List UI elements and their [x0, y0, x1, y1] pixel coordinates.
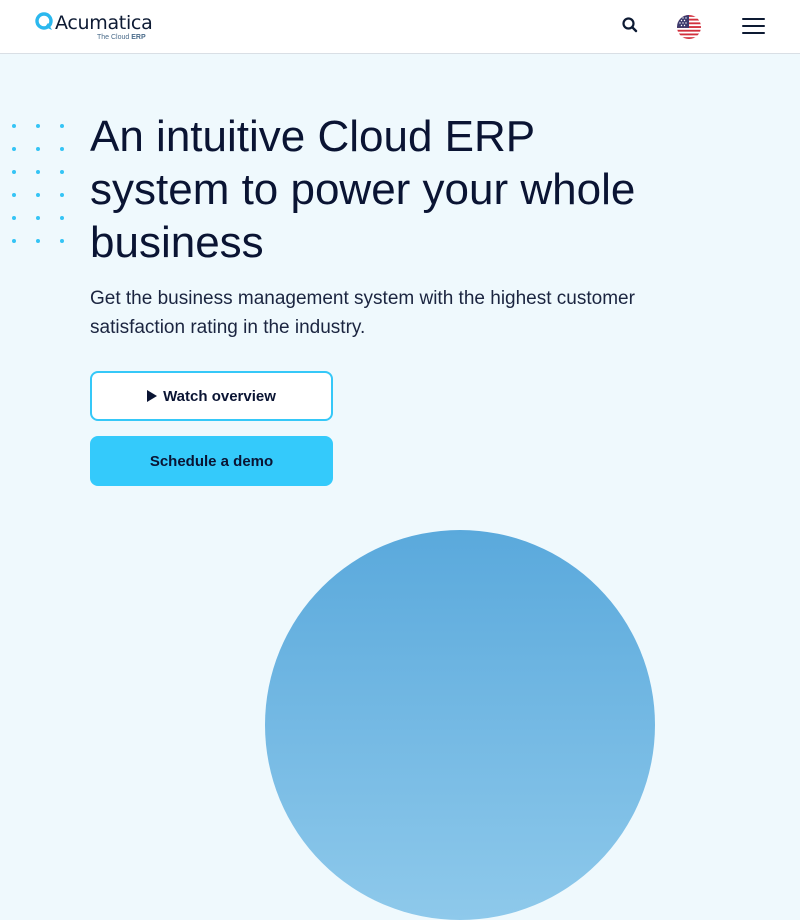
decorative-dot — [60, 170, 64, 174]
language-selector[interactable] — [677, 15, 701, 39]
decorative-dot — [36, 147, 40, 151]
hero-title: An intuitive Cloud ERP system to power y… — [90, 112, 636, 267]
decorative-dot — [36, 170, 40, 174]
schedule-demo-button[interactable]: Schedule a demo — [90, 436, 333, 486]
hero-subtitle: Get the business management system with … — [90, 288, 635, 338]
hamburger-menu-icon-bar — [742, 25, 765, 28]
decorative-dot — [60, 147, 64, 151]
decorative-dot — [60, 216, 64, 220]
watch-overview-label: Watch overview — [163, 387, 276, 405]
logo-tagline-prefix: The Cloud — [97, 34, 130, 41]
hamburger-menu-icon-bar — [742, 32, 765, 35]
decorative-dot — [12, 239, 16, 243]
us-flag-icon — [677, 15, 701, 39]
schedule-demo-label: Schedule a demo — [149, 452, 274, 470]
search-icon — [622, 17, 638, 33]
decorative-dot — [12, 170, 16, 174]
decorative-dot — [12, 216, 16, 220]
decorative-dot — [36, 239, 40, 243]
site-header: Acumatica The Cloud ERP — [0, 0, 800, 54]
decorative-dot — [12, 124, 16, 128]
decorative-dot — [36, 216, 40, 220]
decorative-dot — [36, 193, 40, 197]
logo-tagline-emphasis: ERP — [131, 34, 146, 41]
hamburger-menu-icon — [742, 18, 765, 21]
watch-overview-button[interactable]: Watch overview — [90, 371, 333, 421]
decorative-dot — [60, 124, 64, 128]
decorative-dot — [60, 239, 64, 243]
decorative-dot — [12, 193, 16, 197]
acumatica-logo-icon — [35, 12, 53, 30]
decorative-dot — [60, 193, 64, 197]
logo-wordmark: Acumatica — [55, 12, 153, 34]
play-icon — [147, 390, 158, 402]
hamburger-menu-button[interactable] — [742, 17, 765, 36]
hero-decorative-circle — [265, 530, 655, 920]
decorative-dot — [12, 147, 16, 151]
decorative-dot — [36, 124, 40, 128]
search-button[interactable] — [620, 15, 640, 35]
logo-tagline: The Cloud ERP — [97, 34, 146, 41]
